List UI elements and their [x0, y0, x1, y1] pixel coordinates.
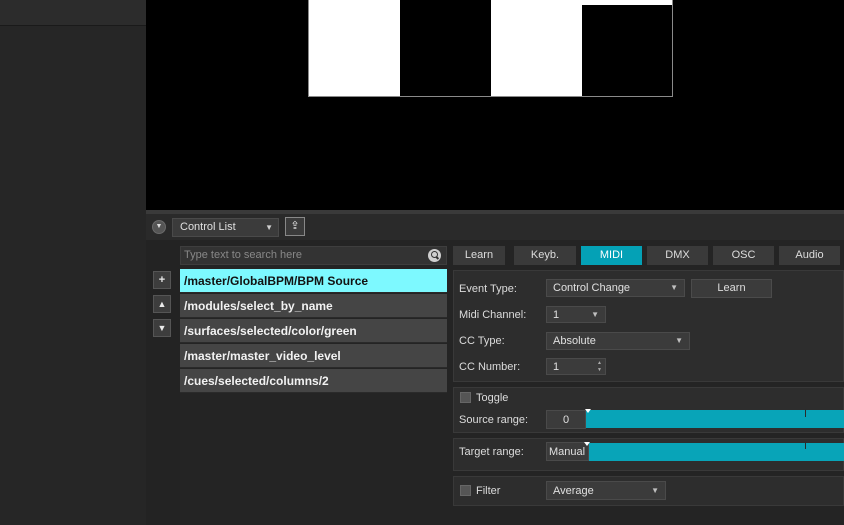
checkerboard-preview [308, 0, 673, 97]
checker-square [582, 0, 672, 5]
cc-number-stepper[interactable]: 1 ▲ ▼ [546, 358, 606, 375]
cc-number-label: CC Number: [459, 361, 521, 373]
list-item[interactable]: /surfaces/selected/color/green [180, 319, 447, 343]
dropdown-value: Control List [180, 221, 236, 233]
plus-icon: + [158, 274, 166, 286]
tab-label: Keyb. [530, 249, 560, 261]
filter-type-value: Average [553, 485, 594, 497]
tab-label: MIDI [599, 249, 624, 261]
checker-square [400, 0, 491, 5]
range-start-marker[interactable] [585, 409, 591, 413]
arrow-up-icon: ▲ [157, 299, 167, 309]
cc-type-value: Absolute [553, 335, 596, 347]
caret-down-icon: ▼ [265, 223, 273, 232]
stepper-arrows-icon[interactable]: ▲ ▼ [597, 360, 603, 374]
filter-label: Filter [476, 485, 501, 497]
target-range-value: Manual [549, 446, 586, 458]
tab-osc[interactable]: OSC [713, 246, 774, 265]
event-type-dropdown[interactable]: Control Change ▼ [546, 279, 685, 297]
toggle-checkbox[interactable] [460, 392, 471, 403]
tab-label: OSC [731, 249, 756, 261]
chevron-down-icon: ▼ [155, 223, 163, 230]
list-item-label: /modules/select_by_name [184, 299, 333, 313]
arrow-down-icon: ▼ [157, 323, 167, 333]
list-item[interactable]: /master/GlobalBPM/BPM Source [180, 269, 447, 293]
tab-keyboard[interactable]: Keyb. [514, 246, 576, 265]
tab-audio[interactable]: Audio [779, 246, 840, 265]
export-icon: ⇪ [290, 220, 300, 232]
sidebar-header [0, 0, 146, 26]
target-range-label: Target range: [459, 446, 524, 458]
target-range-mode-dropdown[interactable]: Manual [546, 442, 589, 461]
event-type-label: Event Type: [459, 283, 517, 295]
search-placeholder: Type text to search here [184, 249, 303, 261]
move-down-button[interactable]: ▼ [153, 319, 171, 337]
checker-square [309, 5, 400, 96]
control-list-dropdown[interactable]: Control List ▼ [172, 218, 279, 237]
tab-label: Learn [464, 249, 494, 261]
source-range-label: Source range: [459, 414, 529, 426]
source-range-min-input[interactable]: 0 [546, 410, 586, 429]
list-item-label: /master/GlobalBPM/BPM Source [184, 274, 369, 288]
cc-type-label: CC Type: [459, 335, 505, 347]
checker-square [491, 5, 582, 96]
move-up-button[interactable]: ▲ [153, 295, 171, 313]
caret-down-icon: ▼ [670, 283, 678, 292]
collapse-button[interactable]: ▼ [152, 220, 166, 234]
caret-down-icon: ▼ [651, 486, 659, 495]
list-item[interactable]: /modules/select_by_name [180, 294, 447, 318]
search-input[interactable]: Type text to search here [180, 246, 447, 265]
midi-channel-label: Midi Channel: [459, 309, 527, 321]
learn-button-label: Learn [717, 282, 746, 294]
range-end-tick [805, 409, 806, 417]
search-icon[interactable] [428, 249, 441, 262]
tab-learn[interactable]: Learn [453, 246, 505, 265]
add-control-button[interactable]: + [153, 271, 171, 289]
list-item-label: /surfaces/selected/color/green [184, 324, 357, 338]
tab-midi[interactable]: MIDI [581, 246, 642, 265]
range-start-marker[interactable] [584, 442, 590, 446]
toggle-label: Toggle [476, 392, 509, 404]
export-button[interactable]: ⇪ [285, 217, 305, 236]
event-type-value: Control Change [553, 282, 631, 294]
cc-number-value: 1 [553, 361, 560, 373]
list-item[interactable]: /master/master_video_level [180, 344, 447, 368]
list-item-label: /master/master_video_level [184, 349, 341, 363]
filter-checkbox[interactable] [460, 485, 471, 496]
midi-channel-value: 1 [553, 309, 560, 321]
filter-type-dropdown[interactable]: Average ▼ [546, 481, 666, 500]
midi-channel-dropdown[interactable]: 1 ▼ [546, 306, 606, 323]
caret-down-icon: ▼ [675, 336, 683, 345]
tab-label: Audio [795, 249, 824, 261]
tab-dmx[interactable]: DMX [647, 246, 708, 265]
cc-type-dropdown[interactable]: Absolute ▼ [546, 332, 690, 350]
source-range-value: 0 [563, 414, 570, 426]
range-end-tick [805, 441, 806, 449]
tab-label: DMX [665, 249, 690, 261]
left-sidebar [0, 0, 146, 525]
list-item-label: /cues/selected/columns/2 [184, 374, 329, 388]
midi-learn-button[interactable]: Learn [691, 279, 772, 298]
list-item[interactable]: /cues/selected/columns/2 [180, 369, 447, 393]
caret-down-icon: ▼ [591, 310, 599, 319]
